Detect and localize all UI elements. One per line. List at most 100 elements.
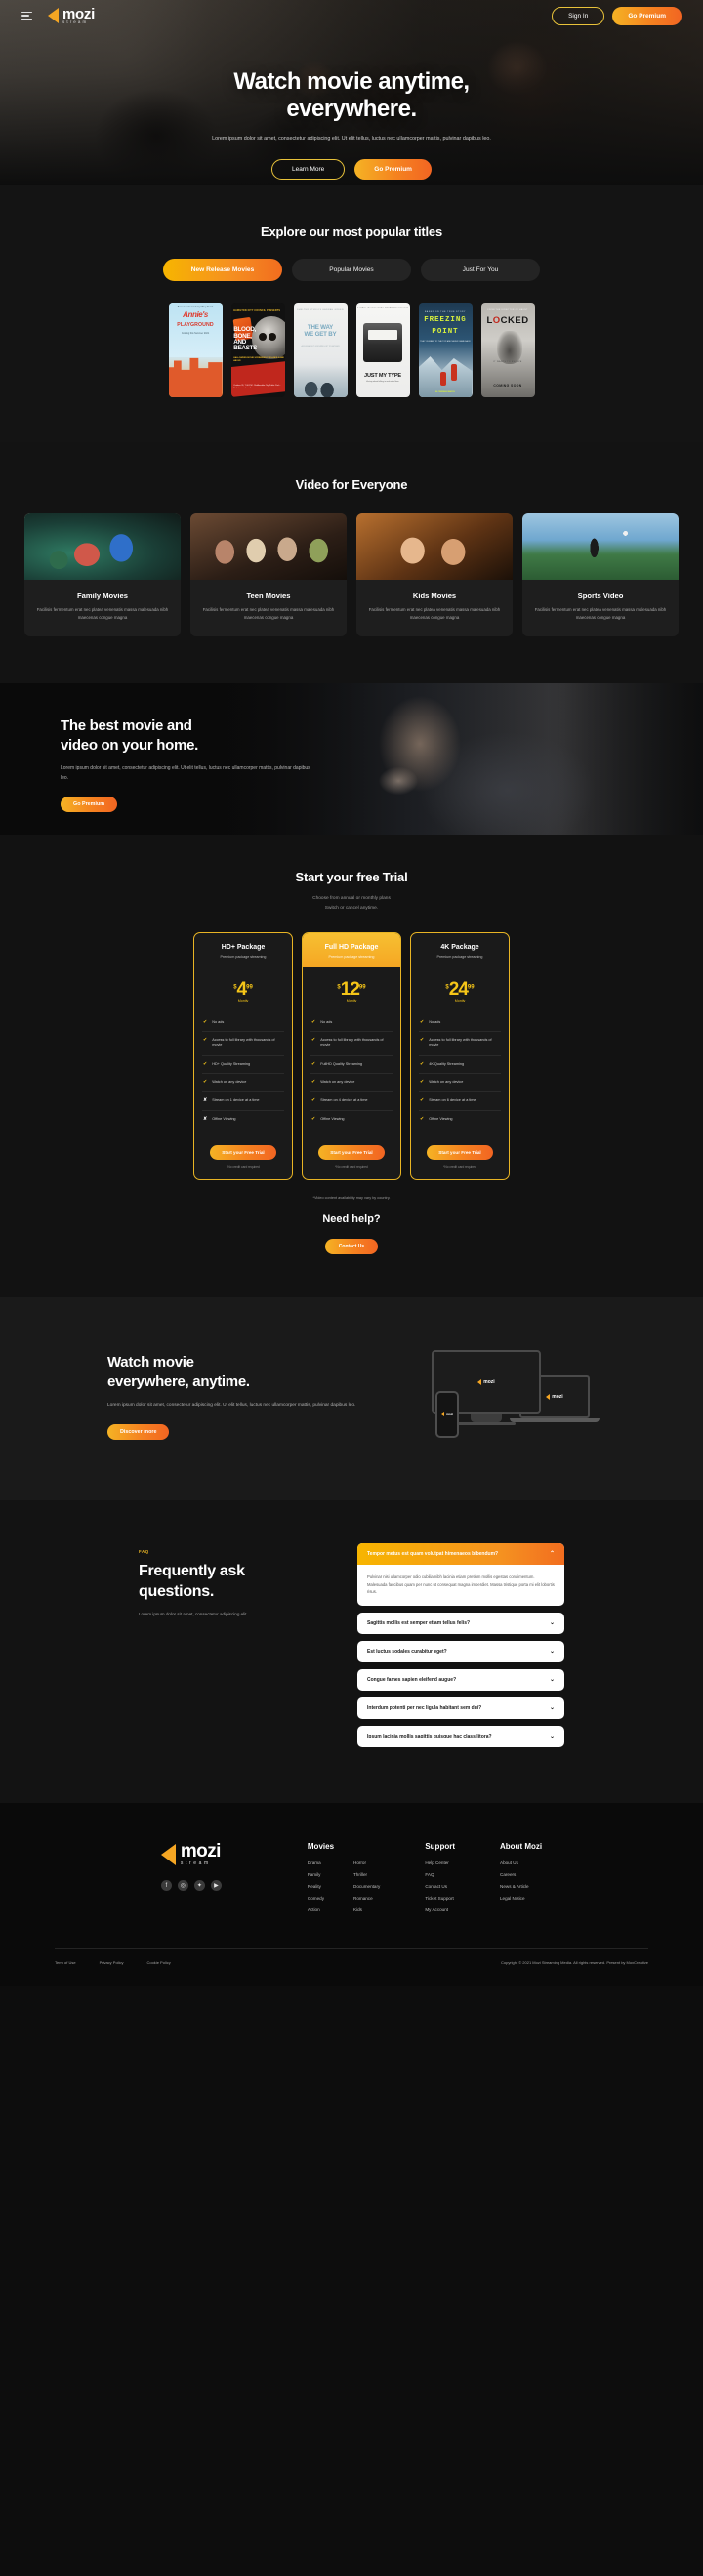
learn-more-button[interactable]: Learn More xyxy=(271,158,346,180)
poster-annies-playground[interactable]: Based on the book by Miley Stuart Annie'… xyxy=(168,303,223,397)
faq-question-row[interactable]: Sagittis mollis est semper etiam tellus … xyxy=(357,1613,564,1634)
plan-feature: ✔ Offine Viewing xyxy=(419,1111,501,1128)
plan-feature: ✔ Stream on 6 device at a time xyxy=(419,1092,501,1111)
faq-item[interactable]: Interdum potenti per nec ligula habitant… xyxy=(357,1697,564,1720)
plan-card-full-hd[interactable]: Full HD Package Premium package streamin… xyxy=(302,931,401,1181)
plan-card-4k[interactable]: 4K Package Premium package streaming $24… xyxy=(410,931,510,1181)
logo-word: mozi xyxy=(552,1394,563,1401)
footer-link[interactable]: Drama xyxy=(308,1860,324,1865)
footer-link[interactable]: Kids xyxy=(353,1907,380,1912)
footer-link[interactable]: Help Center xyxy=(425,1860,453,1865)
faq-item[interactable]: Sagittis mollis est semper etiam tellus … xyxy=(357,1613,564,1635)
footer-link[interactable]: Comedy xyxy=(308,1896,324,1901)
poster-freezing-point[interactable]: BASED ON THE TRUE STORY FREEZING POINT T… xyxy=(418,303,473,397)
hero-go-premium-button[interactable]: Go Premium xyxy=(354,158,432,180)
footer-link[interactable]: Ticket Support xyxy=(425,1896,453,1901)
footer-link[interactable]: Legal Notice xyxy=(500,1896,529,1901)
poster-just-my-type[interactable]: STUART MCGILLIVRAY SARAH McCULLOCH JUST … xyxy=(355,303,410,397)
footer-logo[interactable]: mozi stream xyxy=(160,1842,263,1866)
hero-title-line-1: Watch movie anytime, xyxy=(233,68,470,95)
footer-column-movies: Movies Drama Family Reality Comedy Actio… xyxy=(308,1842,380,1919)
footer-link[interactable]: About Us xyxy=(500,1860,529,1865)
site-logo[interactable]: mozi stream xyxy=(48,7,95,25)
footer-link[interactable]: Romance xyxy=(353,1896,380,1901)
plan-feature: ✔ Access to full library with thousands o… xyxy=(419,1032,501,1056)
category-card-sports-video[interactable]: Sports Video Facilisis fermentum erat ne… xyxy=(522,513,679,637)
hero-description: Lorem ipsum dolor sit amet, consectetur … xyxy=(212,135,491,142)
chevron-up-icon[interactable]: ⌃ xyxy=(550,1551,555,1557)
start-free-trial-button[interactable]: Start your Free Trial xyxy=(210,1145,276,1161)
faq-question-row[interactable]: Est luctus sodales curabitur eget? ⌄ xyxy=(357,1641,564,1662)
footer-link[interactable]: My Account xyxy=(425,1907,453,1912)
faq-item[interactable]: Ipsum lacinia mollis sagittis quisque ha… xyxy=(357,1726,564,1748)
chevron-down-icon[interactable]: ⌄ xyxy=(550,1734,555,1739)
footer-link[interactable]: Family xyxy=(308,1872,324,1877)
chevron-down-icon[interactable]: ⌄ xyxy=(550,1705,555,1711)
plan-feature-label: No ads xyxy=(212,1019,225,1024)
tab-just-for-you[interactable]: Just For You xyxy=(421,259,540,281)
category-title: Family Movies xyxy=(77,592,128,600)
legal-link-term-of-use[interactable]: Term of Use xyxy=(55,1960,76,1965)
sign-in-button[interactable]: Sign In xyxy=(552,6,605,25)
footer-link[interactable]: Action xyxy=(308,1907,324,1912)
footer-link[interactable]: Documentary xyxy=(353,1884,380,1889)
legal-link-cookie-policy[interactable]: Cookie Policy xyxy=(146,1960,170,1965)
banner-go-premium-button[interactable]: Go Premium xyxy=(61,796,118,812)
footer-link[interactable]: Thriller xyxy=(353,1872,380,1877)
plan-feature: ✔ Access to full library with thousands o… xyxy=(310,1032,393,1056)
footer-link[interactable]: Horror xyxy=(353,1860,380,1865)
faq-item[interactable]: Tempor metus est quam volutpat himenaeos… xyxy=(357,1543,564,1607)
contact-us-button[interactable]: Contact Us xyxy=(324,1239,379,1255)
plan-feature: ✔ 4K Quality Streaming xyxy=(419,1056,501,1075)
hero-section: mozi stream Sign In Go Premium Watch mov… xyxy=(0,0,703,185)
footer-link[interactable]: Reality xyxy=(308,1884,324,1889)
check-icon: ✔ xyxy=(311,1115,316,1122)
start-free-trial-button[interactable]: Start your Free Trial xyxy=(427,1145,493,1161)
chevron-down-icon[interactable]: ⌄ xyxy=(550,1649,555,1655)
footer-link[interactable]: Contact Us xyxy=(425,1884,453,1889)
footer-link[interactable]: FAQ xyxy=(425,1872,453,1877)
instagram-icon[interactable]: ◎ xyxy=(177,1880,188,1892)
youtube-icon[interactable]: ▶ xyxy=(210,1880,222,1892)
poster-locked[interactable]: FROM THE DIRECTOR OF HAUNT LOCKED IT WAN… xyxy=(480,303,535,397)
plan-list: HD+ Package Premium package streaming $4… xyxy=(0,931,703,1181)
footer-column-about: About Mozi About Us Careers News & Artic… xyxy=(500,1842,542,1907)
twitter-icon[interactable]: ✦ xyxy=(193,1880,205,1892)
chevron-down-icon[interactable]: ⌄ xyxy=(550,1620,555,1626)
tab-popular-movies[interactable]: Popular Movies xyxy=(292,259,411,281)
category-card-teen-movies[interactable]: Teen Movies Facilisis fermentum erat nec… xyxy=(190,513,347,637)
price-amount: 12 xyxy=(340,978,360,1000)
faq-item[interactable]: Congue fames sapien eleifend augue? ⌄ xyxy=(357,1669,564,1692)
header-actions: Sign In Go Premium xyxy=(552,6,682,25)
plan-card-hd-plus[interactable]: HD+ Package Premium package streaming $4… xyxy=(193,931,293,1181)
plan-price: $1299 Montly xyxy=(303,967,400,1006)
facebook-icon[interactable]: f xyxy=(160,1880,172,1892)
discover-more-button[interactable]: Discover more xyxy=(107,1423,170,1440)
start-free-trial-button[interactable]: Start your Free Trial xyxy=(318,1145,385,1161)
phone-mockup: mozi xyxy=(435,1391,459,1439)
faq-question-row[interactable]: Ipsum lacinia mollis sagittis quisque ha… xyxy=(357,1726,564,1747)
tab-new-release-movies[interactable]: New Release Movies xyxy=(163,259,282,281)
chevron-down-icon[interactable]: ⌄ xyxy=(550,1677,555,1683)
poster-the-way-we-get-by[interactable]: SHELTER STUDIOS HANNAH GREEN THE WAY WE … xyxy=(293,303,348,397)
play-triangle-icon xyxy=(477,1379,482,1386)
footer-bottom-bar: Term of Use Privacy Policy Cookie Policy… xyxy=(55,1948,648,1986)
go-premium-button[interactable]: Go Premium xyxy=(612,6,682,25)
category-card-kids-movies[interactable]: Kids Movies Facilisis fermentum erat nec… xyxy=(356,513,513,637)
footer-link[interactable]: Careers xyxy=(500,1872,529,1877)
laptop-base xyxy=(510,1418,600,1423)
category-card-family-movies[interactable]: Family Movies Facilisis fermentum erat n… xyxy=(24,513,181,637)
faq-question-row[interactable]: Interdum potenti per nec ligula habitant… xyxy=(357,1697,564,1719)
category-description: Facilisis fermentum erat nec platea vene… xyxy=(202,607,335,620)
faq-question-row[interactable]: Tempor metus est quam volutpat himenaeos… xyxy=(357,1543,564,1566)
poster-blood-bone-and-beasts[interactable]: HAMILTON CITY COUNCIL PRESENTS BLOOD, BO… xyxy=(230,303,285,397)
faq-section: FAQ Frequently ask questions. Lorem ipsu… xyxy=(0,1500,703,1804)
pricing-subtitle-line-2: Switch or cancel anytime. xyxy=(324,905,379,911)
poster-subtitle: THEY CLIMBED TO THE TOP AND NEVER CAME B… xyxy=(420,340,471,343)
faq-item[interactable]: Est luctus sodales curabitur eget? ⌄ xyxy=(357,1641,564,1663)
footer-link[interactable]: News & Article xyxy=(500,1884,529,1889)
faq-question-row[interactable]: Congue fames sapien eleifend augue? ⌄ xyxy=(357,1669,564,1691)
legal-link-privacy-policy[interactable]: Privacy Policy xyxy=(100,1960,124,1965)
logo-word: mozi xyxy=(446,1412,453,1417)
hamburger-icon[interactable] xyxy=(21,11,32,20)
